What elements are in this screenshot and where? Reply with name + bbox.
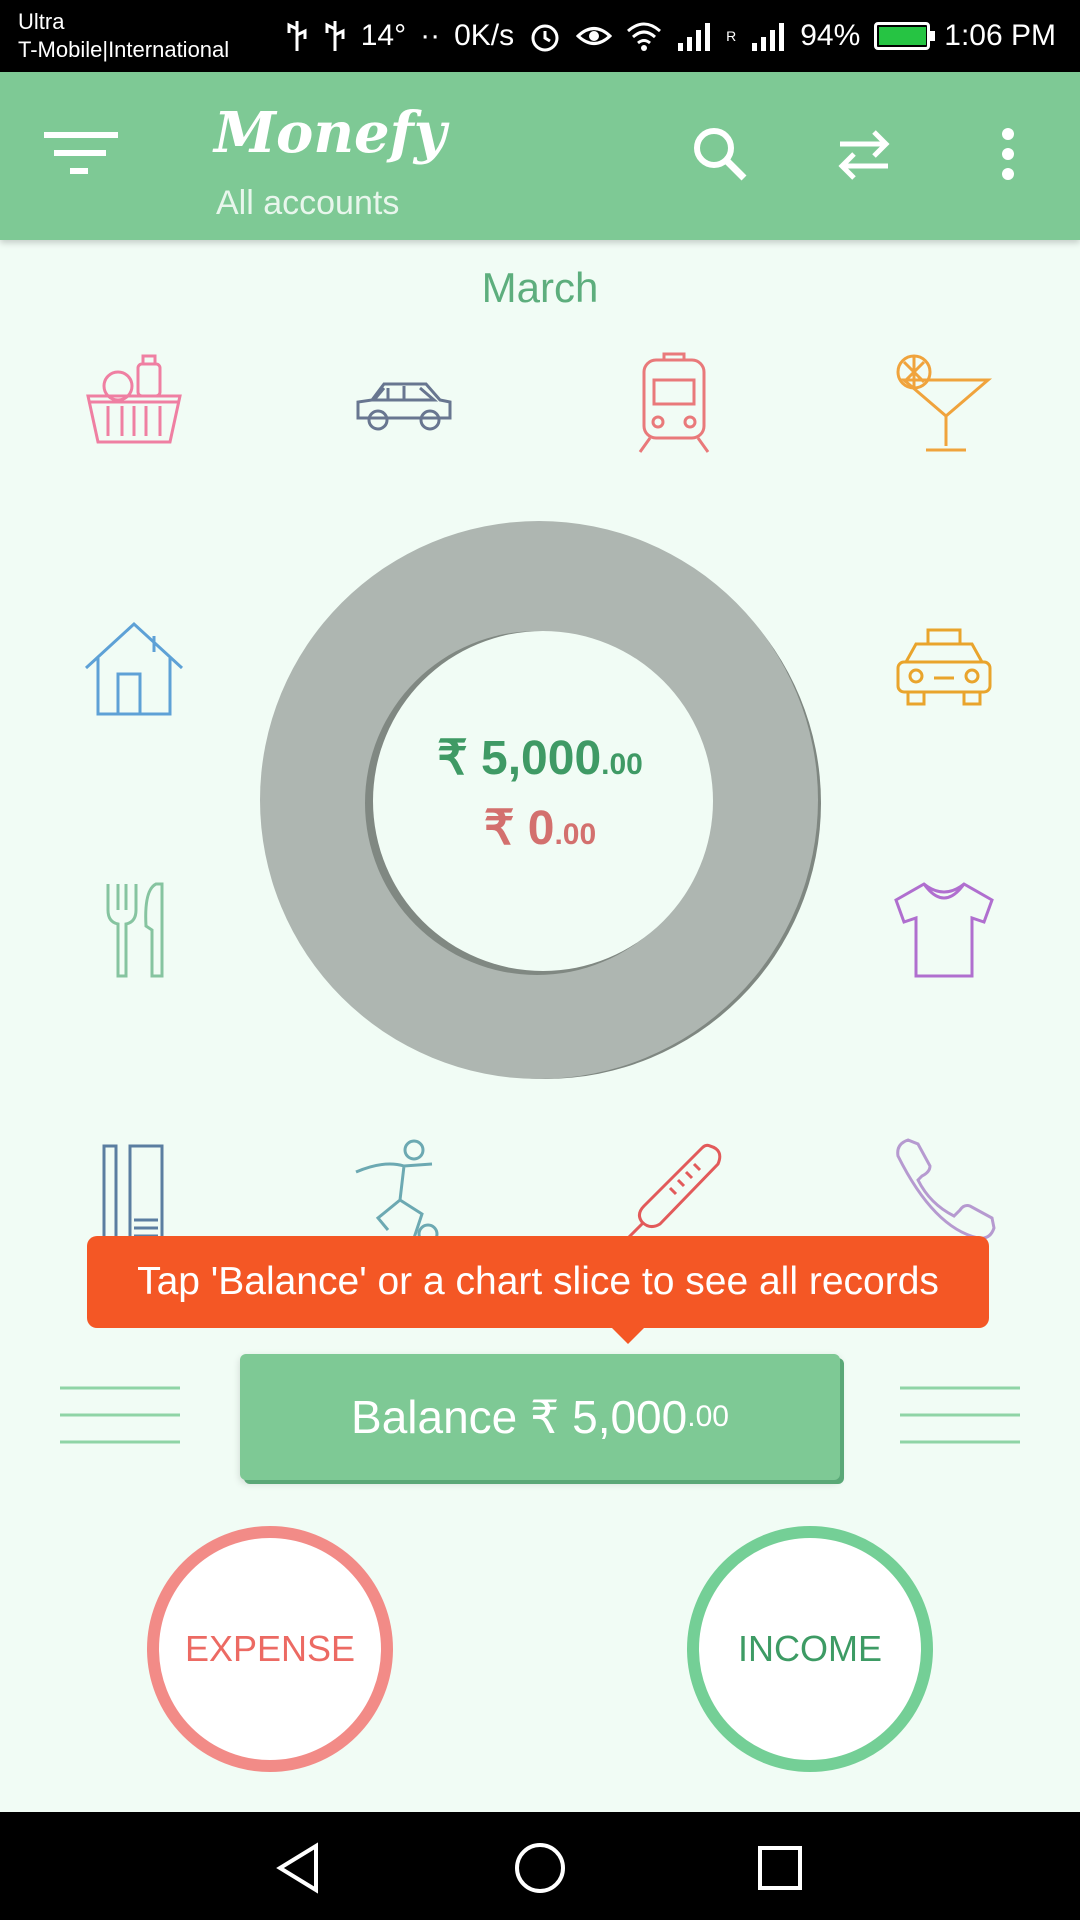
- cocktail-icon: [896, 354, 993, 452]
- house-icon: [84, 621, 184, 716]
- category-health[interactable]: [614, 1130, 734, 1250]
- left-lines-decoration: [60, 1384, 182, 1444]
- taxi-icon: [896, 628, 992, 706]
- tshirt-icon: [894, 882, 994, 978]
- status-bar: Ultra T-Mobile|International 14° ·· 0K/s…: [0, 0, 1080, 72]
- dots: ··: [420, 19, 441, 52]
- back-button[interactable]: [272, 1840, 328, 1896]
- temperature: 14°: [360, 19, 407, 52]
- navigation-bar: [0, 1812, 1080, 1920]
- usb-icon: [287, 21, 307, 51]
- income-total: ₹ 5,000.00: [437, 732, 643, 785]
- alarm-icon: [531, 24, 559, 52]
- signal-icon: [678, 23, 711, 51]
- clock: 1:06 PM: [944, 19, 1056, 52]
- transfer-icon: [838, 130, 890, 180]
- app-bar: Monefy All accounts: [0, 72, 1080, 240]
- fork-knife-icon: [106, 882, 164, 978]
- category-toiletry[interactable]: [74, 1130, 194, 1250]
- back-icon: [276, 1842, 318, 1894]
- right-lines-decoration: [900, 1384, 1022, 1444]
- sports-icon: [355, 1139, 439, 1245]
- menu-button[interactable]: [44, 130, 120, 180]
- phone-icon: [896, 1138, 996, 1240]
- category-sports[interactable]: [344, 1130, 464, 1250]
- home-button[interactable]: [512, 1840, 568, 1896]
- toothbrush-icon: [102, 1144, 164, 1248]
- account-selector[interactable]: All accounts: [216, 184, 399, 223]
- roaming-label: R: [726, 28, 737, 44]
- category-communications[interactable]: [884, 1130, 1004, 1250]
- income-button[interactable]: INCOME: [687, 1526, 933, 1772]
- battery-icon: [874, 22, 936, 50]
- battery-percent: 94%: [800, 19, 861, 52]
- signal-icon: [752, 23, 785, 51]
- expense-total: ₹ 0.00: [483, 802, 597, 855]
- category-transport[interactable]: [614, 346, 734, 466]
- category-eating-out[interactable]: [74, 870, 194, 990]
- transfer-button[interactable]: [832, 122, 896, 186]
- category-taxi[interactable]: [884, 608, 1004, 728]
- recents-icon: [758, 1846, 802, 1890]
- car-icon: [356, 382, 452, 431]
- category-house[interactable]: [74, 608, 194, 728]
- app-title: Monefy: [214, 100, 447, 166]
- month-label[interactable]: March: [0, 264, 1080, 312]
- eye-icon: [576, 27, 613, 45]
- category-car[interactable]: [344, 346, 464, 466]
- home-icon: [515, 1843, 565, 1893]
- more-vert-icon: [1002, 128, 1014, 180]
- menu-icon: [44, 132, 118, 174]
- groceries-icon: [86, 354, 182, 444]
- category-clothes[interactable]: [884, 870, 1004, 990]
- network-speed: 0K/s: [454, 19, 515, 52]
- recents-button[interactable]: [752, 1840, 808, 1896]
- balance-tooltip: Tap 'Balance' or a chart slice to see al…: [87, 1236, 989, 1344]
- chart-center-values[interactable]: ₹ 5,000.00 ₹ 0.00: [370, 730, 710, 856]
- train-icon: [638, 352, 710, 453]
- thermometer-icon: [624, 1143, 722, 1242]
- category-entertainment[interactable]: [884, 346, 1004, 466]
- balance-button[interactable]: Balance ₹ 5,000.00: [240, 1354, 840, 1480]
- battery-fill: [879, 27, 927, 45]
- wifi-icon: [627, 22, 662, 51]
- expense-button[interactable]: EXPENSE: [147, 1526, 393, 1772]
- search-icon: [694, 128, 747, 181]
- category-groceries[interactable]: [74, 346, 194, 466]
- carrier-label: Ultra T-Mobile|International: [18, 9, 230, 62]
- usb-icon: [325, 21, 345, 51]
- more-options-button[interactable]: [976, 122, 1040, 186]
- search-button[interactable]: [688, 122, 752, 186]
